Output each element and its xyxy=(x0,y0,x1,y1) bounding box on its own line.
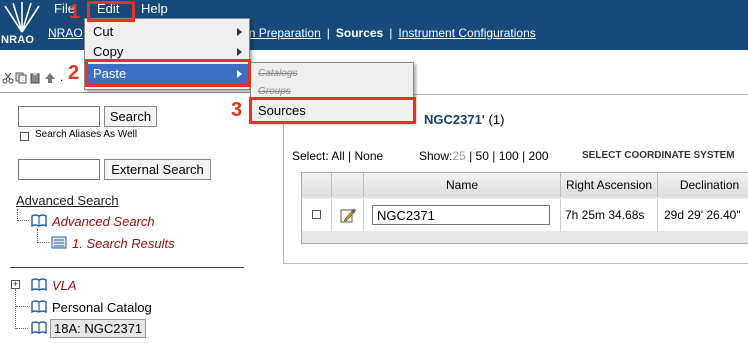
advanced-search-link[interactable]: Advanced Search xyxy=(16,193,119,208)
show-separator: | xyxy=(522,149,526,163)
tree-connector xyxy=(37,229,49,243)
row-edit-cell xyxy=(332,199,364,231)
row-name-cell xyxy=(364,199,561,231)
cut-icon[interactable] xyxy=(2,72,14,84)
source-name-input[interactable] xyxy=(372,205,550,225)
annotation-box-edit xyxy=(87,1,135,22)
tree-item-vla[interactable]: VLA xyxy=(52,278,77,293)
up-arrow-icon[interactable] xyxy=(44,72,56,84)
select-none-link[interactable]: None xyxy=(355,149,384,163)
page-size-controls: Show:25 | 50 | 100 | 200 xyxy=(419,149,549,163)
submenu-item-catalogs: Catalogs xyxy=(258,68,298,79)
catalog-heading-name: NGC2371' xyxy=(424,112,485,127)
nrao-logo: NRAO xyxy=(0,0,48,50)
tree-connector xyxy=(16,306,28,307)
tree-item-advanced-search[interactable]: Advanced Search xyxy=(52,214,155,229)
row-checkbox-cell xyxy=(302,199,332,231)
header-checkbox-cell xyxy=(302,173,332,197)
results-list-icon xyxy=(51,236,67,249)
annotation-number-2: 2 xyxy=(68,62,80,84)
menu-help[interactable]: Help xyxy=(141,0,168,18)
show-100-option[interactable]: 100 xyxy=(499,149,519,163)
header-edit-cell xyxy=(332,173,364,197)
nav-link-nrao[interactable]: NRAO xyxy=(48,26,83,40)
annotation-number-3: 3 xyxy=(231,99,243,121)
sources-table: Name Right Ascension Declination 7h 25m … xyxy=(301,172,748,244)
submenu-arrow-icon xyxy=(237,28,242,36)
catalog-heading: NGC2371' (1) xyxy=(424,112,504,127)
column-header-declination[interactable]: Declination xyxy=(658,173,748,197)
catalog-heading-count: (1) xyxy=(488,112,505,127)
show-200-option[interactable]: 200 xyxy=(529,149,549,163)
search-input[interactable] xyxy=(18,106,100,127)
show-label: Show: xyxy=(419,149,453,163)
show-separator: | xyxy=(469,149,473,163)
nav-separator: | xyxy=(389,26,393,40)
external-search-input[interactable] xyxy=(18,159,100,180)
column-header-name[interactable]: Name xyxy=(364,173,561,197)
menu-item-cut-label: Cut xyxy=(93,24,114,39)
logo-text: NRAO xyxy=(1,34,35,46)
catalog-book-icon xyxy=(31,300,47,313)
edit-pencil-icon[interactable] xyxy=(340,207,356,223)
nav-link-sources[interactable]: Sources xyxy=(336,26,383,40)
show-separator: | xyxy=(492,149,496,163)
tree-item-selected-catalog[interactable]: 18A: NGC2371 xyxy=(50,319,147,338)
copy-icon[interactable] xyxy=(15,72,27,84)
submenu-arrow-icon xyxy=(237,48,242,56)
annotation-number-1: 1 xyxy=(69,1,81,23)
toolbar-more-icon[interactable]: . xyxy=(60,70,63,84)
tree-item-personal-catalog[interactable]: Personal Catalog xyxy=(52,300,152,315)
row-right-ascension-cell: 7h 25m 34.68s xyxy=(561,199,658,231)
search-aliases-label: Search Aliases As Well xyxy=(35,129,138,140)
annotation-box-paste xyxy=(85,59,251,87)
catalog-book-icon xyxy=(31,214,47,227)
tree-connector xyxy=(17,209,29,221)
tree-divider xyxy=(10,267,244,268)
select-label: Select: xyxy=(292,149,329,163)
tree-connector xyxy=(16,328,28,329)
column-header-right-ascension[interactable]: Right Ascension xyxy=(561,173,658,197)
select-all-link[interactable]: All xyxy=(331,149,344,163)
tree-connector xyxy=(15,289,16,329)
coordinate-system-select[interactable]: SELECT COORDINATE SYSTEM xyxy=(582,150,735,161)
row-declination-cell: 29d 29' 26.40" xyxy=(658,199,748,231)
nav-separator: | xyxy=(326,26,330,40)
menu-item-copy-label: Copy xyxy=(93,44,124,59)
select-controls: Select: All | None xyxy=(292,149,383,163)
select-separator: | xyxy=(348,149,352,163)
paste-icon[interactable] xyxy=(29,72,41,84)
expand-plus-icon[interactable]: + xyxy=(11,280,20,289)
show-25-option[interactable]: 25 xyxy=(452,149,465,163)
search-button[interactable]: Search xyxy=(104,106,157,127)
row-checkbox[interactable] xyxy=(312,210,321,219)
catalog-book-icon xyxy=(31,278,47,291)
nav-link-preparation[interactable]: ion Preparation xyxy=(239,26,320,40)
search-aliases-checkbox[interactable] xyxy=(20,132,29,141)
nav-link-instrument-configurations[interactable]: Instrument Configurations xyxy=(398,26,535,40)
logo-rays-icon xyxy=(4,2,40,33)
menu-item-cut[interactable]: Cut xyxy=(86,23,248,41)
catalog-book-icon xyxy=(31,321,47,334)
annotation-box-sources xyxy=(249,97,416,124)
show-50-option[interactable]: 50 xyxy=(476,149,489,163)
external-search-button[interactable]: External Search xyxy=(104,159,211,180)
tree-item-search-results[interactable]: 1. Search Results xyxy=(72,236,175,251)
